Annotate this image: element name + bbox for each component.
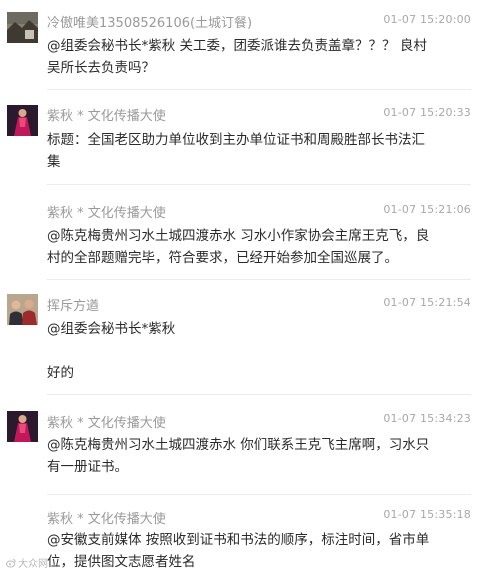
watermark-text: 大众网 bbox=[18, 559, 48, 570]
sender-name: 紫秋 * 文化传播大使 bbox=[47, 109, 166, 124]
sender-name: 紫秋 * 文化传播大使 bbox=[47, 512, 166, 527]
message-text: @组委会秘书长*紫秋 关工委，团委派谁去负责盖章？？？ 良村 吴所长去负责吗？ bbox=[47, 35, 455, 79]
sender-name: 挥斥方遒 bbox=[47, 299, 100, 314]
sender-name: 冷傲唯美13508526106(土城订餐) bbox=[47, 16, 253, 31]
message-line: @陈克梅贵州习水土城四渡赤水 习水小作家协会主席王克飞，良 bbox=[47, 228, 430, 244]
message-line: 有一册证书。 bbox=[47, 459, 128, 475]
chat-message: 紫秋 * 文化传播大使 01-07 15:20:33 标题：全国老区助力单位收到… bbox=[0, 90, 493, 185]
message-time: 01-07 15:21:54 bbox=[383, 296, 471, 309]
message-line: @安徽支前媒体 按照收到证书和书法的顺序，标注时间，省市单 bbox=[47, 532, 430, 548]
avatar[interactable] bbox=[7, 105, 38, 136]
message-time: 01-07 15:34:23 bbox=[383, 412, 471, 425]
message-text: 标题：全国老区助力单位收到主办单位证书和周殿胜部长书法汇 集 bbox=[47, 129, 455, 173]
avatar[interactable] bbox=[7, 12, 38, 43]
message-line: 集 bbox=[47, 154, 61, 170]
message-line bbox=[47, 340, 455, 362]
chat-message: 紫秋 * 文化传播大使 01-07 15:35:18 @安徽支前媒体 按照收到证… bbox=[0, 495, 493, 574]
message-line: @组委会秘书长*紫秋 关工委，团委派谁去负责盖章？？？ 良村 bbox=[47, 38, 427, 54]
avatar-woman-red-dress-icon bbox=[7, 411, 38, 442]
sender-name: 紫秋 * 文化传播大使 bbox=[47, 206, 166, 221]
watermark: 大众网 bbox=[6, 555, 48, 570]
message-text: @陈克梅贵州习水土城四渡赤水 习水小作家协会主席王克飞，良 村的全部题赠完毕，符… bbox=[47, 225, 455, 269]
message-line: 位，提供图文志愿者姓名 bbox=[47, 554, 196, 570]
message-line: @陈克梅贵州习水土城四渡赤水 你们联系王克飞主席啊，习水只 bbox=[47, 437, 430, 453]
avatar-landscape-photo-icon bbox=[7, 12, 38, 43]
avatar[interactable] bbox=[7, 411, 38, 442]
message-text: @安徽支前媒体 按照收到证书和书法的顺序，标注时间，省市单 位，提供图文志愿者姓… bbox=[47, 529, 455, 573]
message-line: 标题：全国老区助力单位收到主办单位证书和周殿胜部长书法汇 bbox=[47, 132, 425, 148]
avatar[interactable] bbox=[7, 294, 38, 325]
message-line: 吴所长去负责吗？ bbox=[47, 60, 155, 76]
message-line: 好的 bbox=[47, 365, 74, 381]
message-text: @组委会秘书长*紫秋 好的 bbox=[47, 318, 455, 384]
chat-message: 紫秋 * 文化传播大使 01-07 15:21:06 @陈克梅贵州习水土城四渡赤… bbox=[0, 185, 493, 280]
chat-message: 冷傲唯美13508526106(土城订餐) 01-07 15:20:00 @组委… bbox=[0, 0, 493, 90]
chat-message: 挥斥方遒 01-07 15:21:54 @组委会秘书长*紫秋 好的 bbox=[0, 280, 493, 395]
avatar-people-photo-icon bbox=[7, 294, 38, 325]
chat-message: 紫秋 * 文化传播大使 01-07 15:34:23 @陈克梅贵州习水土城四渡赤… bbox=[0, 395, 493, 495]
avatar-woman-red-dress-icon bbox=[7, 105, 38, 136]
message-text: @陈克梅贵州习水土城四渡赤水 你们联系王克飞主席啊，习水只 有一册证书。 bbox=[47, 434, 455, 478]
message-time: 01-07 15:20:00 bbox=[383, 13, 471, 26]
message-time: 01-07 15:21:06 bbox=[383, 203, 471, 216]
sender-name: 紫秋 * 文化传播大使 bbox=[47, 416, 166, 431]
message-line: @组委会秘书长*紫秋 bbox=[47, 321, 176, 337]
message-time: 01-07 15:35:18 bbox=[383, 508, 471, 521]
message-time: 01-07 15:20:33 bbox=[383, 106, 471, 119]
message-line: 村的全部题赠完毕，符合要求，已经开始参加全国巡展了。 bbox=[47, 250, 398, 266]
weibo-logo-icon bbox=[6, 558, 16, 567]
